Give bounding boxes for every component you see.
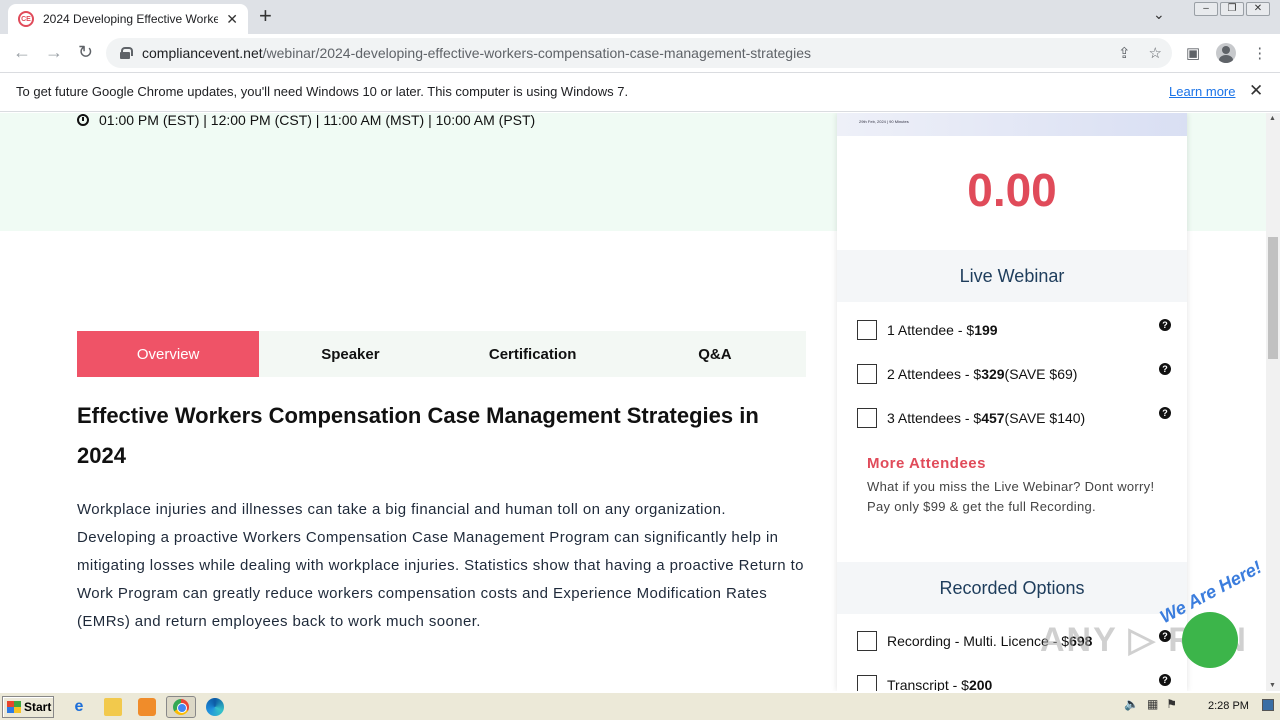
browser-tab[interactable]: CE 2024 Developing Effective Workers Co …	[8, 4, 248, 34]
recorded-options-heading: Recorded Options	[837, 562, 1187, 614]
tab-title: 2024 Developing Effective Workers Co	[43, 12, 219, 26]
checkbox[interactable]	[857, 408, 877, 428]
show-desktop-icon[interactable]	[1262, 699, 1274, 711]
option-transcript[interactable]: Transcript - $200 ?	[857, 674, 1171, 691]
total-price: 0.00	[967, 164, 1057, 216]
profile-avatar-icon[interactable]	[1216, 43, 1237, 63]
webinar-title: Effective Workers Compensation Case Mana…	[77, 403, 759, 468]
chrome-update-infobar: To get future Google Chrome updates, you…	[0, 72, 1280, 112]
chrome-icon	[173, 699, 189, 715]
option-recording-multi-licence[interactable]: Recording - Multi. Licence - $698 ?	[857, 630, 1171, 652]
url-text[interactable]: compliancevent.net/webinar/2024-developi…	[142, 45, 811, 61]
more-attendees-text: What if you miss the Live Webinar? Dont …	[867, 479, 1155, 514]
chrome-taskbar-button[interactable]	[166, 696, 196, 718]
volume-icon[interactable]: 🔈	[1124, 697, 1139, 711]
checkbox[interactable]	[857, 675, 877, 691]
webinar-time-row: 01:00 PM (EST) | 12:00 PM (CST) | 11:00 …	[77, 113, 535, 128]
new-tab-button[interactable]: +	[259, 5, 272, 27]
network-icon[interactable]: ▦	[1147, 697, 1158, 711]
scroll-up-icon[interactable]: ▲	[1269, 115, 1276, 122]
infobar-close-icon[interactable]: ✕	[1249, 81, 1263, 101]
tab-certification[interactable]: Certification	[442, 331, 624, 377]
option-3-attendees[interactable]: 3 Attendees - $457(SAVE $140) ?	[857, 407, 1171, 429]
scroll-down-icon[interactable]: ▼	[1269, 682, 1276, 689]
infobar-message: To get future Google Chrome updates, you…	[16, 84, 629, 99]
windows-taskbar: Start e 🔈 ▦ ⚑ 2:28 PM	[0, 692, 1280, 720]
help-icon[interactable]: ?	[1159, 630, 1171, 642]
minimize-button[interactable]: –	[1194, 2, 1218, 16]
help-icon[interactable]: ?	[1159, 319, 1171, 331]
tab-search-chevron-icon[interactable]: ⌄	[1153, 6, 1165, 23]
banner-date-text: 29th Feb, 2024 | 90 Minutes	[859, 119, 909, 124]
option-2-attendees[interactable]: 2 Attendees - $329(SAVE $69) ?	[857, 363, 1171, 385]
tab-speaker[interactable]: Speaker	[259, 331, 441, 377]
reload-icon[interactable]: ↻	[78, 42, 93, 62]
learn-more-link[interactable]: Learn more	[1169, 84, 1235, 99]
option-1-attendee[interactable]: 1 Attendee - $199 ?	[857, 319, 1171, 341]
webinar-times: 01:00 PM (EST) | 12:00 PM (CST) | 11:00 …	[99, 113, 536, 128]
tab-close-icon[interactable]: ✕	[226, 11, 238, 28]
system-tray: 🔈 ▦ ⚑	[1124, 697, 1177, 711]
address-bar[interactable]: compliancevent.net/webinar/2024-developi…	[106, 38, 1172, 68]
bookmark-star-icon[interactable]: ☆	[1149, 44, 1162, 62]
internet-explorer-icon[interactable]: e	[70, 698, 88, 716]
option-label: Transcript - $200	[887, 677, 993, 691]
scrollbar-thumb[interactable]	[1268, 237, 1278, 359]
web-page: 01:00 PM (EST) | 12:00 PM (CST) | 11:00 …	[0, 113, 1266, 691]
live-webinar-heading: Live Webinar	[837, 250, 1187, 302]
action-center-flag-icon[interactable]: ⚑	[1166, 697, 1177, 711]
help-icon[interactable]: ?	[1159, 674, 1171, 686]
clock-icon	[77, 114, 89, 126]
tab-qa[interactable]: Q&A	[624, 331, 806, 377]
lock-icon[interactable]	[120, 47, 133, 59]
window-controls: – ❐ ✕	[1194, 2, 1270, 16]
overview-paragraph: Workplace injuries and illnesses can tak…	[77, 501, 804, 630]
pricing-card: 29th Feb, 2024 | 90 Minutes 0.00 Live We…	[837, 113, 1187, 691]
checkbox[interactable]	[857, 364, 877, 384]
start-button[interactable]: Start	[2, 696, 54, 718]
media-player-icon[interactable]	[138, 698, 156, 716]
browser-titlebar: CE 2024 Developing Effective Workers Co …	[0, 0, 1280, 34]
option-label: 1 Attendee - $199	[887, 322, 998, 338]
site-favicon-icon: CE	[18, 11, 34, 27]
share-icon[interactable]: ⇪	[1118, 44, 1131, 62]
taskbar-clock[interactable]: 2:28 PM	[1208, 700, 1249, 712]
option-label: Recording - Multi. Licence - $698	[887, 633, 1093, 649]
tab-overview[interactable]: Overview	[77, 331, 260, 377]
back-arrow-icon[interactable]: ←	[13, 42, 31, 62]
option-label: 3 Attendees - $457(SAVE $140)	[887, 410, 1086, 426]
help-icon[interactable]: ?	[1159, 363, 1171, 375]
page-scrollbar[interactable]: ▲ ▼	[1266, 113, 1280, 691]
content-tabs: Overview Speaker Certification Q&A	[77, 331, 806, 377]
edge-icon[interactable]	[206, 698, 224, 716]
file-explorer-icon[interactable]	[104, 698, 122, 716]
webinar-banner-image: 29th Feb, 2024 | 90 Minutes	[837, 113, 1187, 136]
browser-toolbar: ← → ↻ compliancevent.net/webinar/2024-de…	[0, 34, 1280, 72]
side-panel-icon[interactable]: ▣	[1186, 44, 1200, 62]
option-label: 2 Attendees - $329(SAVE $69)	[887, 366, 1078, 382]
restore-button[interactable]: ❐	[1220, 2, 1244, 16]
windows-logo-icon	[7, 701, 21, 713]
menu-dots-icon[interactable]: ⋮	[1252, 44, 1267, 62]
close-window-button[interactable]: ✕	[1246, 2, 1270, 16]
checkbox[interactable]	[857, 320, 877, 340]
more-attendees-link[interactable]: More Attendees	[867, 455, 986, 472]
forward-arrow-icon[interactable]: →	[45, 42, 63, 62]
help-icon[interactable]: ?	[1159, 407, 1171, 419]
checkbox[interactable]	[857, 631, 877, 651]
